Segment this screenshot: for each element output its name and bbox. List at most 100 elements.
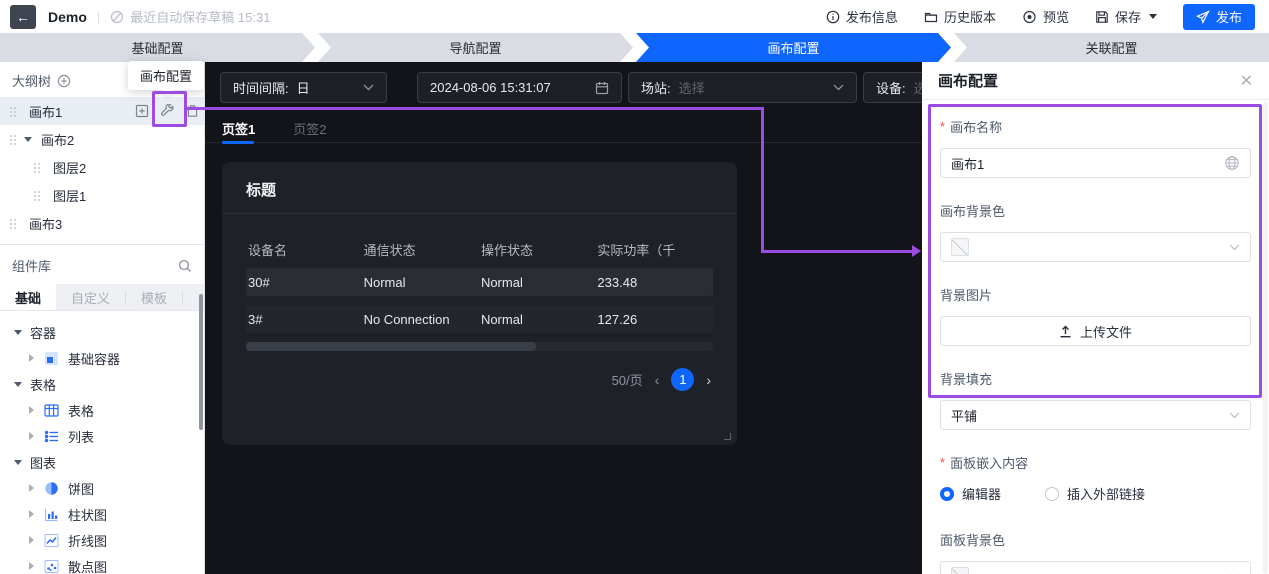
group-table[interactable]: 表格 [0,371,204,397]
document-title: Demo [48,8,87,25]
step-canvas-config[interactable]: 画布配置 [636,33,951,62]
page-size-label: 50/页 [611,373,643,388]
drag-handle-icon[interactable] [33,161,40,173]
radio-unselected-icon[interactable] [1045,486,1060,501]
wrench-icon[interactable] [160,103,175,119]
step-relation-config[interactable]: 关联配置 [954,33,1269,62]
chevron-right-icon [29,406,34,414]
group-chart[interactable]: 图表 [0,449,204,475]
table-widget-card[interactable]: 标题 设备名 通信状态 操作状态 实际功率（千 30# Normal Norma… [222,162,737,445]
resize-handle[interactable] [724,433,731,440]
chevron-down-icon [14,329,22,335]
time-interval-select[interactable]: 时间间隔: 日 [220,72,387,103]
scrollbar-thumb[interactable] [246,342,536,351]
canvas-name-label: 画布名称 [940,117,1251,136]
bg-fill-select[interactable]: 平铺 [940,400,1251,430]
datetime-picker[interactable]: 2024-08-06 15:31:07 [417,72,622,103]
canvas-filter-bar: 时间间隔: 日 2024-08-06 15:31:07 场站: 选择 设备: 选 [220,72,922,103]
component-bar-chart[interactable]: 柱状图 [0,501,204,527]
chevron-right-icon [29,484,34,492]
tab-basic[interactable]: 基础 [0,284,57,310]
canvas-name-input[interactable]: 画布1 [940,148,1251,178]
preview-button[interactable]: 预览 [1022,7,1069,26]
close-icon[interactable]: ✕ [1240,71,1253,91]
outline-tree-header: 大纲树 [0,62,204,97]
globe-icon[interactable] [1224,155,1240,171]
prev-page-icon[interactable]: ‹ [655,372,660,388]
drag-handle-icon[interactable] [9,217,16,229]
chevron-right-icon [29,354,34,362]
canvas-bg-color-label: 画布背景色 [940,204,1006,219]
table-header-row: 设备名 通信状态 操作状态 实际功率（千 [246,240,713,259]
outline-item-canvas1[interactable]: 画布1 [0,97,204,125]
component-label: 表格 [68,403,95,419]
station-select[interactable]: 场站: 选择 [628,72,857,103]
sidebar-scrollbar[interactable] [199,294,203,430]
page-tab-1[interactable]: 页签1 [222,115,255,144]
step-label: 画布配置 [767,41,820,56]
component-list[interactable]: 列表 [0,423,204,449]
trash-icon[interactable] [186,104,199,118]
save-label: 保存 [1114,10,1141,25]
upload-file-button[interactable]: 上传文件 [940,316,1251,346]
drag-handle-icon[interactable] [9,133,16,145]
config-panel-scrollbar[interactable] [1263,102,1268,574]
canvas-bg-color-select[interactable] [940,232,1251,262]
device-select[interactable]: 设备: 选择 [863,72,922,103]
search-icon[interactable] [178,259,192,273]
publish-info-button[interactable]: 发布信息 [826,7,898,26]
page-number-button[interactable]: 1 [671,368,695,391]
group-container[interactable]: 容器 [0,319,204,345]
radio-external-link[interactable]: 插入外部链接 [1045,484,1145,503]
step-basic-config[interactable]: 基础配置 [0,33,315,62]
left-sidebar: 大纲树 画布1 画布2 图层2 图层1 画布3 组件库 基础 自定义 模板 容器… [0,62,205,574]
radio-external-link-label: 插入外部链接 [1067,487,1146,502]
chevron-down-icon [833,84,844,91]
tab-template[interactable]: 模板 [126,284,182,310]
radio-selected-icon[interactable] [940,486,954,501]
next-page-icon[interactable]: › [706,372,711,388]
embed-content-label: 面板嵌入内容 [940,453,1251,472]
config-panel-title: 画布配置 [938,73,999,90]
bg-fill-value: 平铺 [951,408,978,424]
horizontal-scrollbar[interactable] [246,342,713,351]
outline-item-canvas2[interactable]: 画布2 [0,125,204,153]
bg-image-label: 背景图片 [940,288,993,303]
component-table[interactable]: 表格 [0,397,204,423]
widget-title: 标题 [222,162,737,214]
save-dropdown-caret-icon[interactable] [1148,14,1157,19]
save-button[interactable]: 保存 [1095,7,1157,26]
drag-handle-icon[interactable] [9,105,16,117]
column-header: 通信状态 [363,243,416,258]
history-button[interactable]: 历史版本 [924,7,996,26]
tab-label: 模板 [141,290,168,306]
tab-custom[interactable]: 自定义 [56,284,125,310]
outline-item-layer2[interactable]: 图层2 [0,153,204,181]
outline-item-layer1[interactable]: 图层1 [0,181,204,209]
component-basic-container[interactable]: 基础容器 [0,345,204,371]
table-row[interactable]: 30# Normal Normal 233.48 [246,268,713,296]
component-scatter-chart[interactable]: 散点图 [0,553,204,574]
panel-bg-color-select[interactable] [940,561,1251,574]
radio-editor[interactable]: 编辑器 [940,484,1001,503]
step-nav-config[interactable]: 导航配置 [318,33,633,62]
field-canvas-name: 画布名称 画布1 [940,117,1251,178]
component-pie-chart[interactable]: 饼图 [0,475,204,501]
chevron-down-icon [14,459,22,465]
add-circle-icon[interactable] [57,74,71,88]
outline-item-label: 画布1 [29,104,63,120]
back-button[interactable]: ← [10,4,36,29]
list-icon [43,428,59,444]
datetime-value: 2024-08-06 15:31:07 [430,80,551,95]
autosave-clock-icon [110,10,124,24]
table-row[interactable]: 3# No Connection Normal 127.26 [246,305,713,333]
publish-button[interactable]: 发布 [1182,3,1255,30]
cell-power: 127.26 [597,311,638,327]
component-line-chart[interactable]: 折线图 [0,527,204,553]
drag-handle-icon[interactable] [33,189,40,201]
page-tab-2[interactable]: 页签2 [293,115,326,143]
chevron-down-icon[interactable] [24,136,32,142]
add-box-icon[interactable] [135,104,149,118]
outline-item-canvas3[interactable]: 画布3 [0,209,204,237]
step-label: 基础配置 [131,41,184,56]
